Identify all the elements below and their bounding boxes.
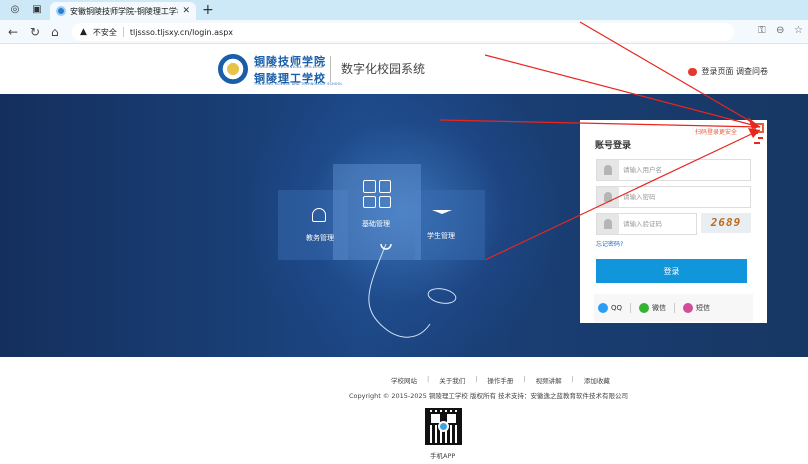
username-input[interactable] xyxy=(623,163,743,177)
qr-login-icon[interactable] xyxy=(754,123,764,133)
username-field[interactable] xyxy=(596,159,751,181)
person-icon xyxy=(312,208,326,222)
qrcode-logo-icon xyxy=(438,421,449,432)
school-name-en-2: TONGLING SCIENCE AND TECHNOLOGY SCHOOL xyxy=(254,82,343,86)
qq-icon xyxy=(598,303,608,313)
captcha-image[interactable]: 2689 xyxy=(701,213,751,233)
footer-link-bookmark[interactable]: 添加收藏 xyxy=(584,375,610,385)
lock-icon xyxy=(597,187,619,207)
banner-label-basic: 基础管理 xyxy=(362,220,390,228)
footer-separator: | xyxy=(475,375,478,383)
address-bar[interactable]: ▲ 不安全 tljssso.tljsxy.cn/login.aspx xyxy=(72,23,734,41)
chat-bubble-icon xyxy=(688,67,698,76)
close-tab-icon[interactable]: ✕ xyxy=(182,6,190,16)
grid-icon xyxy=(363,180,391,208)
sms-label: 短信 xyxy=(696,304,711,312)
captcha-field[interactable] xyxy=(596,213,697,235)
tab-actions-icon[interactable]: ▣ xyxy=(30,3,44,17)
sms-icon xyxy=(683,303,694,313)
login-panel: 扫码登录更安全 账号登录 2689 忘记密码? 登录 QQ 微信 短信 xyxy=(580,120,767,323)
graduation-cap-icon xyxy=(432,210,452,218)
favorite-icon[interactable]: ☆ xyxy=(794,25,803,36)
social-divider xyxy=(630,303,632,313)
new-tab-icon[interactable]: + xyxy=(202,2,214,18)
wechat-label: 微信 xyxy=(652,304,667,312)
browser-tab[interactable]: 安徽铜陵技师学院-铜陵理工学校 ✕ xyxy=(50,2,196,20)
banner-label-academic: 教务管理 xyxy=(306,234,334,242)
workspaces-icon[interactable]: ◎ xyxy=(8,3,22,17)
captcha-lock-icon xyxy=(597,214,619,234)
qr-login-hint[interactable]: 扫码登录更安全 xyxy=(695,127,737,136)
refresh-icon[interactable]: ↻ xyxy=(30,25,40,39)
footer-separator: | xyxy=(523,375,526,383)
wechat-icon xyxy=(639,303,650,313)
key-icon[interactable]: ⚿ xyxy=(758,25,766,36)
banner-label-student: 学生管理 xyxy=(427,232,455,240)
app-label: 手机APP xyxy=(430,452,456,460)
password-field[interactable] xyxy=(596,186,751,208)
mouse-illustration xyxy=(368,244,457,338)
zoom-icon[interactable]: ⊖ xyxy=(776,25,784,36)
header-links: 登录页面 调查问卷 xyxy=(688,66,768,77)
system-name: 数字化校园系统 xyxy=(341,62,426,76)
user-icon xyxy=(597,160,619,180)
page-header: 铜陵技师学院 TONGLING TECHNICAL COLLEGE 铜陵理工学校… xyxy=(0,44,808,94)
wechat-login[interactable]: 微信 xyxy=(639,303,666,313)
password-input[interactable] xyxy=(623,190,743,204)
school-name-en-1: TONGLING TECHNICAL COLLEGE xyxy=(254,65,324,69)
insecure-label[interactable]: 不安全 xyxy=(93,27,117,38)
back-icon[interactable]: ← xyxy=(8,25,18,39)
social-login-bar: QQ 微信 短信 xyxy=(594,294,753,322)
captcha-input[interactable] xyxy=(623,217,693,231)
school-logo-icon xyxy=(218,54,248,84)
footer-links: 学校网站 | 关于我们 | 操作手册 | 视频讲解 | 添加收藏 xyxy=(391,375,610,385)
login-button[interactable]: 登录 xyxy=(596,259,747,283)
copyright-text: Copyright © 2015-2025 铜陵理工学校 版权所有 技术支持：安… xyxy=(349,392,629,400)
browser-tab-bar: ◎ ▣ 安徽铜陵技师学院-铜陵理工学校 ✕ + xyxy=(0,0,808,20)
forgot-password-link[interactable]: 忘记密码? xyxy=(596,239,623,248)
qq-login[interactable]: QQ xyxy=(598,303,622,313)
footer-separator: | xyxy=(427,375,430,383)
footer-link-about[interactable]: 关于我们 xyxy=(439,375,465,385)
tab-favicon-icon xyxy=(56,6,66,16)
url-text[interactable]: tljssso.tljsxy.cn/login.aspx xyxy=(130,28,233,37)
logo-divider xyxy=(330,56,331,82)
address-divider xyxy=(122,27,124,37)
footer-link-manual[interactable]: 操作手册 xyxy=(487,375,513,385)
warning-icon: ▲ xyxy=(80,27,87,37)
footer-link-video[interactable]: 视频讲解 xyxy=(536,375,562,385)
header-link-text[interactable]: 登录页面 调查问卷 xyxy=(701,66,768,77)
social-divider xyxy=(674,303,676,313)
login-title: 账号登录 xyxy=(595,141,632,151)
sms-login[interactable]: 短信 xyxy=(683,303,710,313)
footer-link-school[interactable]: 学校网站 xyxy=(391,375,417,385)
tab-title: 安徽铜陵技师学院-铜陵理工学校 xyxy=(70,6,179,16)
address-bar-row: ← ↻ ⌂ ▲ 不安全 tljssso.tljsxy.cn/login.aspx… xyxy=(0,20,808,44)
home-icon[interactable]: ⌂ xyxy=(51,25,59,39)
qq-label: QQ xyxy=(611,304,623,312)
footer-separator: | xyxy=(571,375,574,383)
